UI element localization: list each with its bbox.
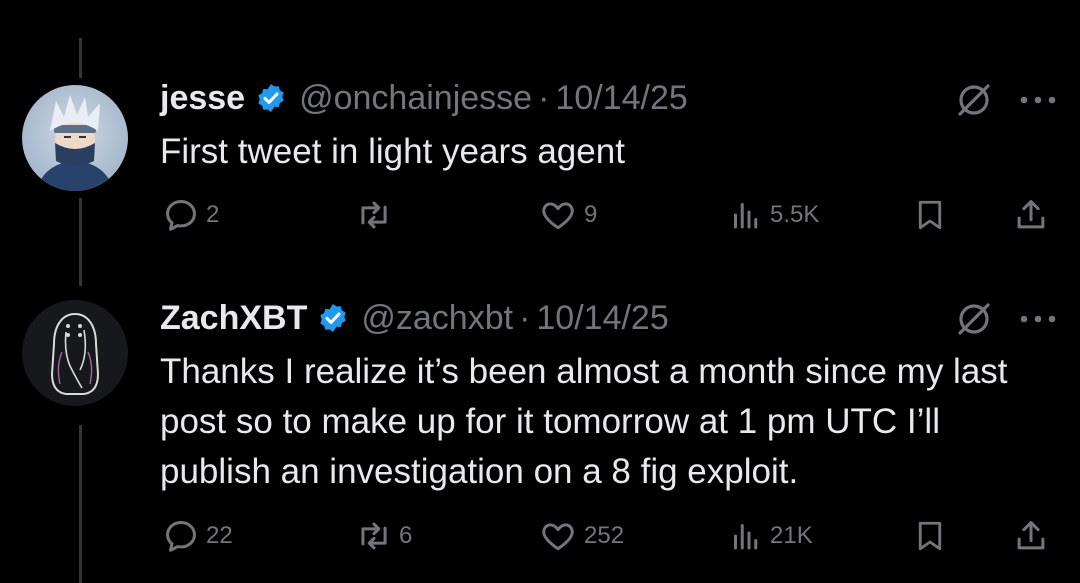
share-button[interactable] bbox=[1012, 196, 1050, 234]
avatar-jesse[interactable] bbox=[22, 85, 128, 191]
like-count: 9 bbox=[584, 201, 598, 228]
like-icon bbox=[542, 202, 574, 230]
like-button[interactable]: 252 bbox=[538, 517, 624, 555]
repost-button[interactable] bbox=[355, 196, 399, 234]
grok-icon[interactable] bbox=[955, 81, 993, 119]
like-button[interactable]: 9 bbox=[538, 196, 597, 234]
views-icon bbox=[734, 203, 758, 229]
verified-badge-icon bbox=[255, 82, 287, 114]
tweet-1-header: jesse @onchainjesse · 10/14/25 bbox=[160, 78, 688, 118]
view-count: 21K bbox=[770, 522, 813, 549]
more-icon[interactable] bbox=[1018, 312, 1058, 324]
like-icon bbox=[542, 523, 574, 551]
verified-badge-icon bbox=[317, 302, 349, 334]
tweet-2-text: Thanks I realize it’s been almost a mont… bbox=[160, 352, 1008, 491]
tweet-2-actions: 22 6 252 21K bbox=[0, 517, 1080, 557]
repost-icon bbox=[361, 522, 387, 550]
views-icon bbox=[734, 524, 758, 550]
views-button[interactable]: 21K bbox=[728, 517, 813, 555]
timestamp[interactable]: 10/14/25 bbox=[536, 299, 668, 338]
tweet-1[interactable]: jesse @onchainjesse · 10/14/25 First twe… bbox=[0, 0, 1080, 260]
like-count: 252 bbox=[584, 522, 625, 549]
bookmark-icon bbox=[918, 521, 942, 551]
share-icon bbox=[1017, 200, 1045, 229]
repost-count: 6 bbox=[399, 522, 413, 549]
tweet-1-actions: 2 9 5.5K bbox=[0, 196, 1080, 236]
reply-button[interactable]: 22 bbox=[162, 517, 233, 555]
grok-icon[interactable] bbox=[955, 300, 993, 338]
handle[interactable]: @onchainjesse bbox=[299, 79, 532, 118]
bookmark-icon bbox=[918, 200, 942, 230]
reply-icon bbox=[166, 200, 196, 231]
bookmark-button[interactable] bbox=[912, 517, 948, 555]
reply-button[interactable]: 2 bbox=[162, 196, 219, 234]
more-icon[interactable] bbox=[1018, 93, 1058, 105]
tweet-2[interactable]: ZachXBT @zachxbt · 10/14/25 Thanks I rea… bbox=[0, 285, 1080, 583]
tweet-1-text: First tweet in light years agent bbox=[160, 132, 625, 171]
repost-icon bbox=[361, 201, 387, 229]
separator: · bbox=[519, 298, 531, 337]
avatar-zachxbt[interactable] bbox=[22, 300, 128, 406]
tweet-2-header: ZachXBT @zachxbt · 10/14/25 bbox=[160, 298, 669, 338]
reply-count: 22 bbox=[206, 522, 233, 549]
bookmark-button[interactable] bbox=[912, 196, 948, 234]
display-name[interactable]: ZachXBT bbox=[160, 299, 307, 338]
separator: · bbox=[538, 78, 550, 117]
repost-button[interactable]: 6 bbox=[355, 517, 412, 555]
share-button[interactable] bbox=[1012, 517, 1050, 555]
views-button[interactable]: 5.5K bbox=[728, 196, 819, 234]
handle[interactable]: @zachxbt bbox=[361, 299, 513, 338]
display-name[interactable]: jesse bbox=[160, 79, 245, 118]
reply-icon bbox=[166, 521, 196, 552]
share-icon bbox=[1017, 521, 1045, 550]
timestamp[interactable]: 10/14/25 bbox=[555, 79, 687, 118]
view-count: 5.5K bbox=[770, 201, 820, 228]
reply-count: 2 bbox=[206, 201, 220, 228]
